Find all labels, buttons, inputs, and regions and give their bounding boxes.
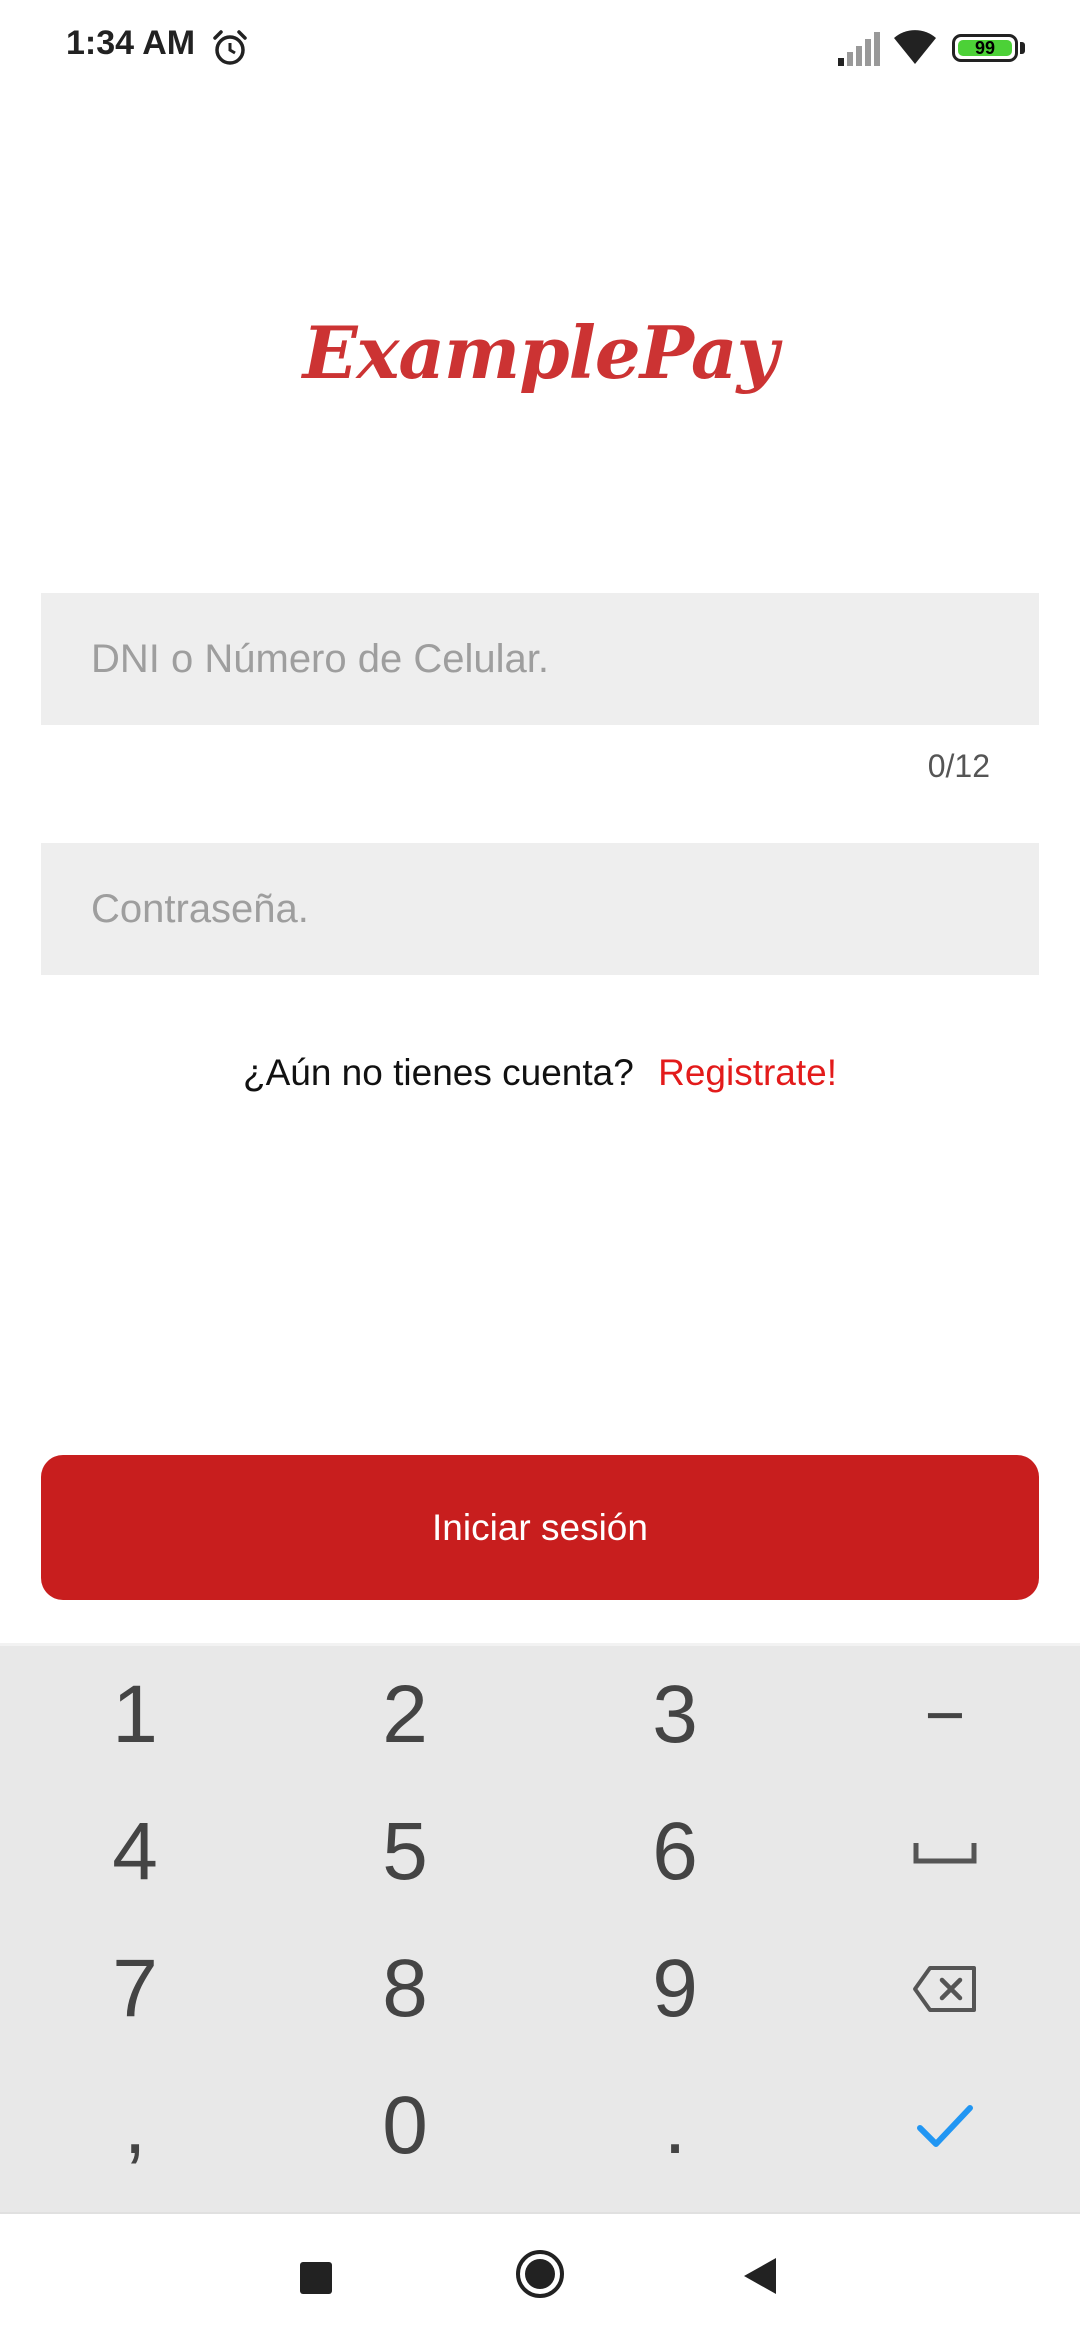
status-time: 1:34 AM [66, 24, 196, 62]
key-6[interactable]: 6 [540, 1783, 810, 1920]
battery-icon: 99 [952, 34, 1018, 62]
done-check-icon [917, 2104, 973, 2147]
battery-tip [1020, 42, 1025, 54]
recents-icon[interactable] [300, 2262, 332, 2294]
key-4[interactable]: 4 [0, 1783, 270, 1920]
register-prompt: ¿Aún no tienes cuenta? [242, 1052, 634, 1093]
dni-input[interactable] [41, 593, 1039, 725]
key-done[interactable] [810, 2057, 1080, 2194]
key-7[interactable]: 7 [0, 1920, 270, 2057]
app-logo: ExamplePay [302, 310, 779, 395]
key-0[interactable]: 0 [270, 2057, 540, 2194]
home-icon[interactable] [514, 2248, 566, 2300]
key-comma[interactable]: , [0, 2057, 270, 2194]
key-2[interactable]: 2 [270, 1646, 540, 1783]
alarm-icon [213, 30, 247, 65]
back-icon[interactable] [742, 2256, 778, 2296]
register-row: ¿Aún no tienes cuenta? Registrate! [0, 1052, 1080, 1094]
key-backspace[interactable] [810, 1920, 1080, 2057]
battery-level: 99 [974, 38, 996, 58]
wifi-icon [894, 30, 936, 64]
key-9[interactable]: 9 [540, 1920, 810, 2057]
key-period[interactable]: . [540, 2057, 810, 2194]
key-8[interactable]: 8 [270, 1920, 540, 2057]
space-icon [913, 1842, 977, 1863]
backspace-icon [913, 1965, 976, 2012]
login-button[interactable]: Iniciar sesión [41, 1455, 1039, 1600]
signal-icon [838, 32, 880, 66]
register-link[interactable]: Registrate! [658, 1052, 837, 1093]
numeric-keyboard: 1 2 3 − 4 5 6 7 8 9 , 0 . [0, 1643, 1080, 2213]
key-minus[interactable]: − [810, 1646, 1080, 1783]
key-1[interactable]: 1 [0, 1646, 270, 1783]
key-space[interactable] [810, 1783, 1080, 1920]
password-input[interactable] [41, 843, 1039, 975]
key-3[interactable]: 3 [540, 1646, 810, 1783]
dni-character-counter: 0/12 [927, 748, 990, 784]
key-5[interactable]: 5 [270, 1783, 540, 1920]
